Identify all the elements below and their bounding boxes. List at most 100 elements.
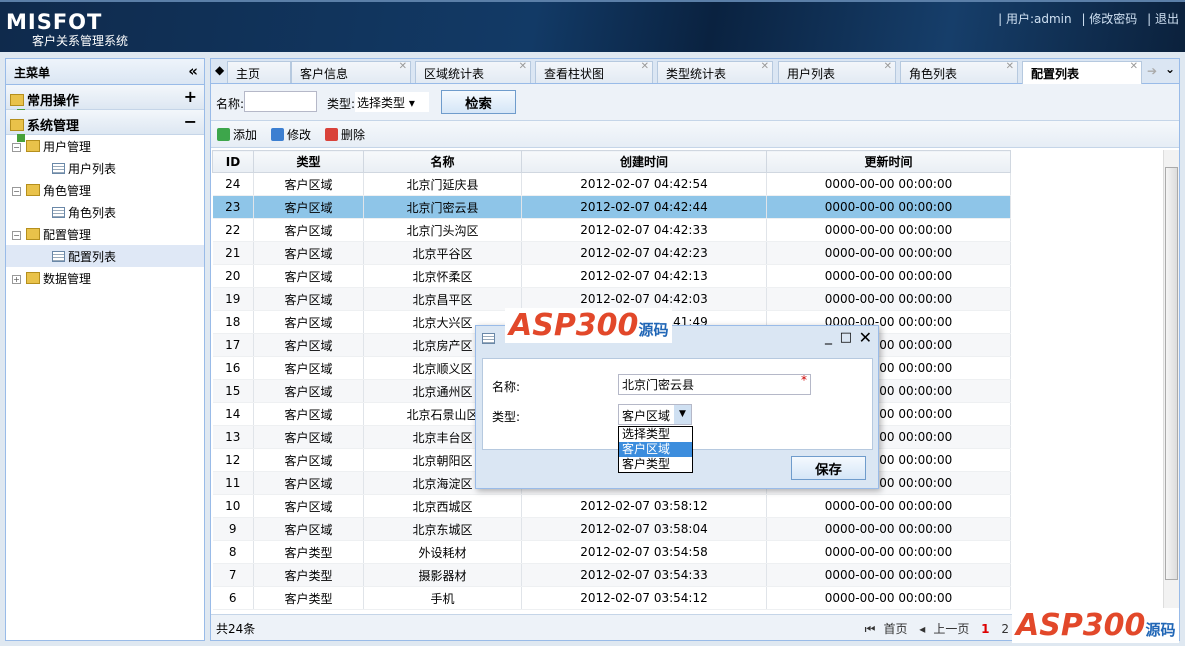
table-row[interactable]: 24 客户区域 北京门延庆县 2012-02-07 04:42:54 0000-00-0… <box>212 172 1011 196</box>
table-row[interactable]: 23 客户区域 北京门密云县 2012-02-07 04:42:44 0000-00-0… <box>212 195 1011 219</box>
sidebar-item[interactable]: − 角色管理 <box>6 179 204 201</box>
table-cell: 客户区域 <box>253 425 364 449</box>
table-cell: 客户区域 <box>253 402 364 426</box>
sidebar-group-common[interactable]: 常用操作 + <box>6 85 204 117</box>
save-button[interactable]: 保存 <box>791 456 866 480</box>
table-row[interactable]: 8 客户类型 外设耗材 2012-02-07 03:54:58 0000-00-00 0… <box>212 540 1011 564</box>
table-cell: 18 <box>212 310 254 334</box>
table-cell: 14 <box>212 402 254 426</box>
first-page-button[interactable]: ⏮ 首页 <box>865 622 908 636</box>
add-button[interactable]: 添加 <box>217 126 257 143</box>
search-button[interactable]: 检索 <box>441 90 516 114</box>
maximize-icon[interactable]: □ <box>840 330 852 345</box>
sidebar-item[interactable]: − 配置管理 <box>6 223 204 245</box>
expand-icon: + <box>12 275 21 284</box>
table-cell: 2012-02-07 04:42:33 <box>521 218 767 242</box>
table-cell: 2012-02-07 03:58:12 <box>521 494 767 518</box>
dialog-name-input[interactable] <box>618 374 811 395</box>
table-cell: 0000-00-00 00:00:00 <box>766 195 1011 219</box>
vertical-scrollbar[interactable] <box>1163 150 1179 615</box>
list-icon <box>52 163 65 174</box>
table-cell: 2012-02-07 03:58:04 <box>521 517 767 541</box>
page-1[interactable]: 1 <box>981 622 989 636</box>
tab-scroll-right-icon[interactable]: ➔ <box>1147 64 1157 78</box>
column-header[interactable]: 更新时间 <box>766 150 1011 173</box>
tab[interactable]: 主页 <box>227 61 291 83</box>
column-header[interactable]: 创建时间 <box>521 150 767 173</box>
close-icon[interactable]: ✕ <box>859 328 872 347</box>
table-row[interactable]: 9 客户区域 北京东城区 2012-02-07 03:58:04 0000-00-00 … <box>212 517 1011 541</box>
table-cell: 6 <box>212 586 254 610</box>
dropdown-option[interactable]: 选择类型 <box>619 427 692 442</box>
table-cell: 17 <box>212 333 254 357</box>
sidebar-item[interactable]: 配置列表 <box>6 245 204 267</box>
tab[interactable]: 区域统计表 ✕ <box>415 61 531 83</box>
sidebar: 主菜单 « 常用操作 + 系统管理 − − 用户管理 用户列表 − 角色管理 角色列表 − 配置管理… <box>5 58 205 641</box>
collapse-group-icon[interactable]: − <box>184 112 197 131</box>
table-row[interactable]: 21 客户区域 北京平谷区 2012-02-07 04:42:23 0000-00-00… <box>212 241 1011 265</box>
sidebar-item[interactable]: 角色列表 <box>6 201 204 223</box>
table-row[interactable]: 7 客户类型 摄影器材 2012-02-07 03:54:33 0000-00-00 0… <box>212 563 1011 587</box>
sidebar-item[interactable]: + 数据管理 <box>6 267 204 289</box>
table-cell: 2012-02-07 03:54:12 <box>521 586 767 610</box>
table-cell: 客户区域 <box>253 195 364 219</box>
close-tab-icon: ✕ <box>1129 61 1138 72</box>
tab[interactable]: 类型统计表 ✕ <box>657 61 773 83</box>
table-cell: 12 <box>212 448 254 472</box>
tab[interactable]: 用户列表 ✕ <box>778 61 896 83</box>
column-header[interactable]: 类型 <box>253 150 364 173</box>
table-row[interactable]: 6 客户类型 手机 2012-02-07 03:54:12 0000-00-00 00:… <box>212 586 1011 610</box>
required-mark: * <box>801 373 807 387</box>
sidebar-group-system[interactable]: 系统管理 − <box>6 110 204 142</box>
tab[interactable]: 客户信息 ✕ <box>291 61 411 83</box>
table-cell: 客户区域 <box>253 448 364 472</box>
prev-page-button[interactable]: ◂ 上一页 <box>919 622 969 636</box>
tab[interactable]: 配置列表 ✕ <box>1022 61 1142 84</box>
header: MISFOT 客户关系管理系统 | 用户:admin | 修改密码 | 退出 <box>0 0 1185 52</box>
name-search-input[interactable] <box>244 91 317 112</box>
close-tab-icon: ✕ <box>760 61 769 72</box>
collapse-icon[interactable]: « <box>188 62 198 80</box>
table-cell: 10 <box>212 494 254 518</box>
table-cell: 9 <box>212 517 254 541</box>
dialog-icon <box>482 333 495 344</box>
table-row[interactable]: 20 客户区域 北京怀柔区 2012-02-07 04:42:13 0000-00-00… <box>212 264 1011 288</box>
tab[interactable]: 查看柱状图 ✕ <box>535 61 653 83</box>
tab-scroll-left-icon[interactable]: ◆ <box>215 63 224 77</box>
table-cell: 2012-02-07 04:42:13 <box>521 264 767 288</box>
table-cell: 24 <box>212 172 254 196</box>
edit-button[interactable]: 修改 <box>271 126 311 143</box>
table-cell: 0000-00-00 00:00:00 <box>766 287 1011 311</box>
expand-icon[interactable]: + <box>184 87 197 106</box>
tab-menu-icon[interactable]: ⌄ <box>1165 62 1175 76</box>
column-header[interactable]: ID <box>212 150 254 173</box>
change-password-link[interactable]: | 修改密码 <box>1081 12 1137 26</box>
user-link[interactable]: | 用户:admin <box>998 12 1072 26</box>
tab-strip: ◆ ➔ ⌄ 主页 客户信息 ✕ 区域统计表 ✕ 查看柱状图 ✕ 类型统计表 ✕ 用户列表 ✕ 角色列表… <box>211 59 1179 84</box>
sidebar-item[interactable]: − 用户管理 <box>6 135 204 157</box>
app-subtitle: 客户关系管理系统 <box>32 34 129 48</box>
table-cell: 2012-02-07 04:42:23 <box>521 241 767 265</box>
table-cell: 客户区域 <box>253 379 364 403</box>
tab[interactable]: 角色列表 ✕ <box>900 61 1018 83</box>
minimize-icon[interactable]: _ <box>825 329 832 345</box>
sidebar-item[interactable]: 用户列表 <box>6 157 204 179</box>
table-cell: 0000-00-00 00:00:00 <box>766 517 1011 541</box>
collapse-icon: − <box>12 187 21 196</box>
table-cell: 客户区域 <box>253 241 364 265</box>
close-tab-icon: ✕ <box>398 61 407 72</box>
type-search-select[interactable]: 选择类型 ▾ <box>355 92 429 112</box>
logout-link[interactable]: | 退出 <box>1147 12 1179 26</box>
delete-button[interactable]: 删除 <box>325 126 365 143</box>
dialog-type-select[interactable]: 客户区域 ▼ <box>618 404 692 425</box>
toolbar: 添加 修改 删除 <box>211 121 1179 148</box>
table-row[interactable]: 22 客户区域 北京门头沟区 2012-02-07 04:42:33 0000-00-0… <box>212 218 1011 242</box>
column-header[interactable]: 名称 <box>363 150 522 173</box>
dropdown-option[interactable]: 客户区域 <box>619 442 692 457</box>
dropdown-option[interactable]: 客户类型 <box>619 457 692 472</box>
table-cell: 北京平谷区 <box>363 241 522 265</box>
table-cell: 客户区域 <box>253 218 364 242</box>
table-row[interactable]: 10 客户区域 北京西城区 2012-02-07 03:58:12 0000-00-00… <box>212 494 1011 518</box>
table-cell: 16 <box>212 356 254 380</box>
page-2[interactable]: 2 <box>1001 622 1009 636</box>
